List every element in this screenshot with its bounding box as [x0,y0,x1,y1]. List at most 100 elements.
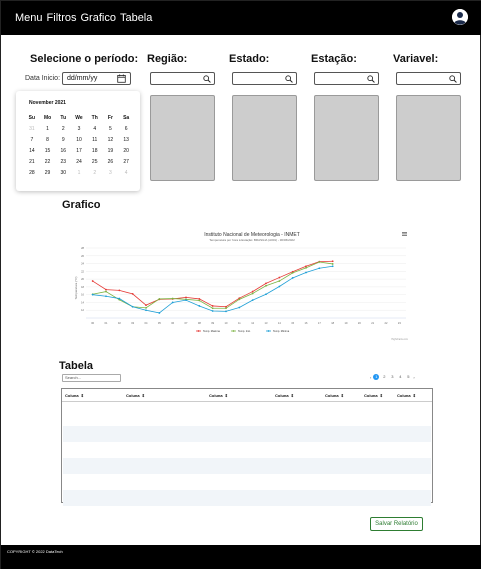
calendar-day[interactable]: 1 [40,126,56,132]
table-row[interactable] [63,458,431,474]
sort-icon[interactable]: ⇕ [380,393,383,398]
table-row[interactable] [63,426,431,442]
series-point[interactable] [225,307,227,310]
series-point[interactable] [278,280,281,282]
table-row[interactable] [63,490,431,506]
calendar-day[interactable]: 14 [24,148,40,154]
series-point[interactable] [198,299,201,302]
calendar-day[interactable]: 2 [87,170,103,176]
pager-prev-button[interactable]: ‹ [370,375,371,380]
series-point[interactable] [305,265,307,268]
table-search-input[interactable]: Search... [62,374,121,382]
calendar-day[interactable]: 5 [103,126,119,132]
table-row[interactable] [63,474,431,490]
calendar-day[interactable]: 3 [71,126,87,132]
series-point[interactable] [91,280,94,282]
state-search-input[interactable] [232,72,297,85]
legend-entry[interactable]: Temp. Maxima [203,329,220,333]
pager-page-4[interactable]: 4 [397,374,403,380]
series-point[interactable] [198,298,201,300]
series-point[interactable] [318,261,321,263]
calendar-day[interactable]: 21 [24,159,40,165]
sort-icon[interactable]: ⇕ [291,393,294,398]
date-start-input[interactable]: dd/mm/yy [62,72,131,85]
legend-entry[interactable]: Temp. Inst. [238,329,251,333]
series-point[interactable] [211,310,214,312]
series-point[interactable] [305,271,307,274]
series-point[interactable] [118,297,121,300]
nav-tabela-link[interactable]: Tabela [120,12,152,24]
legend-entry[interactable]: Temp. Minima [273,329,290,333]
series-point[interactable] [265,282,267,285]
calendar-day[interactable]: 24 [71,159,87,165]
sort-icon[interactable]: ⇕ [81,393,84,398]
region-list[interactable] [150,95,215,181]
calendar-day[interactable]: 12 [103,137,119,143]
series-point[interactable] [91,293,94,296]
calendar-day[interactable]: 15 [40,148,56,154]
series-point[interactable] [318,267,321,270]
calendar-day[interactable]: 11 [87,137,103,143]
series-point[interactable] [225,310,227,313]
state-list[interactable] [232,95,297,181]
series-point[interactable] [171,301,174,304]
calendar-day[interactable]: 29 [40,170,56,176]
series-point[interactable] [238,298,241,301]
calendar-day[interactable]: 25 [87,159,103,165]
sort-icon[interactable]: ⇕ [341,393,344,398]
pager-page-2[interactable]: 2 [381,374,387,380]
series-point[interactable] [238,306,241,309]
table-column-header[interactable]: Coluna ⇕ [325,393,344,398]
series-point[interactable] [225,305,227,308]
calendar-day[interactable]: 16 [55,148,71,154]
calendar-day[interactable]: 13 [118,137,134,143]
table-column-header[interactable]: Coluna ⇕ [126,393,145,398]
series-point[interactable] [331,263,334,265]
region-search-input[interactable] [150,72,215,85]
calendar-day[interactable]: 26 [103,159,119,165]
sort-icon[interactable]: ⇕ [413,393,416,398]
pager-page-5[interactable]: 5 [405,374,411,380]
series-point[interactable] [145,306,147,309]
series-point[interactable] [105,290,107,293]
series-point[interactable] [251,299,254,302]
series-point[interactable] [265,293,267,296]
series-point[interactable] [291,271,294,274]
calendar-day[interactable]: 4 [87,126,103,132]
pager-page-3[interactable]: 3 [389,374,395,380]
calendar-day[interactable]: 28 [24,170,40,176]
calendar-day[interactable]: 4 [118,170,134,176]
calendar-day[interactable]: 2 [55,126,71,132]
series-point[interactable] [291,277,294,279]
series-point[interactable] [185,299,187,302]
series-point[interactable] [145,304,147,307]
series-point[interactable] [198,305,201,307]
calendar-day[interactable]: 19 [103,148,119,154]
pager-next-button[interactable]: › [413,375,414,380]
calendar-day[interactable]: 7 [24,137,40,143]
table-column-header[interactable]: Coluna ⇕ [397,393,416,398]
table-row[interactable] [63,442,431,458]
calendar-day[interactable]: 9 [55,137,71,143]
series-point[interactable] [185,296,187,299]
calendar-icon[interactable] [117,74,126,83]
series-point[interactable] [171,297,174,300]
series-point[interactable] [331,260,334,263]
calendar-day[interactable]: 6 [118,126,134,132]
hamburger-icon[interactable] [402,232,407,236]
nav-grafico-link[interactable]: Grafico [80,12,115,24]
series-point[interactable] [211,305,214,307]
calendar-day[interactable]: 27 [118,159,134,165]
series-point[interactable] [251,290,254,293]
series-point[interactable] [105,295,107,298]
calendar-day[interactable]: 17 [71,148,87,154]
series-point[interactable] [211,307,214,310]
calendar-day[interactable]: 1 [71,170,87,176]
station-list[interactable] [314,95,379,181]
table-column-header[interactable]: Coluna ⇕ [209,393,228,398]
sort-icon[interactable]: ⇕ [225,393,228,398]
calendar-day[interactable]: 10 [71,137,87,143]
calendar-day[interactable]: 18 [87,148,103,154]
series-point[interactable] [331,265,334,268]
series-point[interactable] [131,305,134,308]
